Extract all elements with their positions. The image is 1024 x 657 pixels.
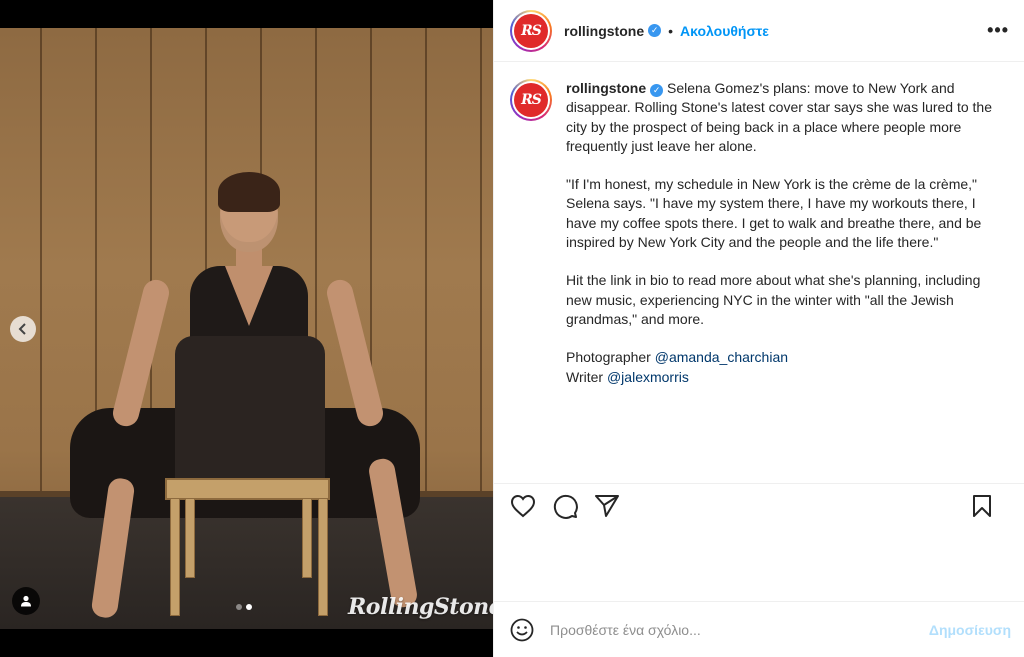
- bookmark-icon: [973, 495, 991, 517]
- chair-leg: [318, 498, 328, 616]
- wood-plank: [40, 28, 42, 497]
- brand-logo: RS: [514, 83, 548, 117]
- credit-photographer: Photographer @amanda_charchian: [566, 348, 996, 367]
- share-button[interactable]: [594, 493, 620, 519]
- post-header: RS rollingstone ✓ • Ακολουθήστε •••: [494, 0, 1024, 62]
- credits: Photographer @amanda_charchian Writer @j…: [566, 348, 996, 387]
- verified-badge-icon: ✓: [648, 24, 662, 37]
- mention-link[interactable]: @amanda_charchian: [655, 349, 788, 365]
- arm-right: [324, 277, 386, 429]
- chair-back: [175, 336, 325, 486]
- caption-area: RS rollingstone ✓ Selena Gomez's plans: m…: [494, 63, 1024, 483]
- caption-username[interactable]: rollingstone: [566, 80, 646, 96]
- user-tag-icon: [21, 595, 31, 607]
- paper-plane-icon: [595, 494, 619, 517]
- credit-writer: Writer @jalexmorris: [566, 368, 996, 387]
- post-media: RollingStone: [0, 0, 493, 657]
- heart-icon: [510, 494, 536, 517]
- credit-label: Photographer: [566, 349, 651, 366]
- emoji-button[interactable]: [510, 618, 534, 642]
- hair: [218, 172, 280, 212]
- more-options-icon[interactable]: •••: [987, 20, 1009, 41]
- caption-paragraph: rollingstone ✓ Selena Gomez's plans: move…: [566, 79, 996, 156]
- model-figure: [70, 148, 430, 620]
- tagged-users-button[interactable]: [12, 587, 40, 615]
- post-photo[interactable]: [0, 28, 493, 629]
- follow-button[interactable]: Ακολουθήστε: [680, 23, 769, 39]
- verified-badge-icon: ✓: [650, 84, 664, 98]
- credit-label: Writer: [566, 368, 604, 385]
- magazine-watermark: RollingStone: [348, 594, 493, 620]
- chair-leg: [302, 498, 312, 578]
- comment-icon: [553, 494, 578, 519]
- mention-link[interactable]: @jalexmorris: [607, 369, 689, 385]
- like-button[interactable]: [510, 493, 536, 519]
- caption-avatar[interactable]: RS: [510, 79, 552, 121]
- carousel-dot: [236, 604, 242, 610]
- caption-text: rollingstone ✓ Selena Gomez's plans: move…: [566, 79, 996, 483]
- carousel-indicator: [236, 604, 252, 610]
- chair-seat: [165, 478, 330, 500]
- carousel-dot-active: [246, 604, 252, 610]
- post-sidebar: RS rollingstone ✓ • Ακολουθήστε ••• RS r…: [493, 0, 1024, 657]
- brand-logo: RS: [514, 13, 548, 48]
- comment-button[interactable]: [552, 493, 578, 519]
- chair-leg: [170, 498, 180, 616]
- comment-input[interactable]: [550, 621, 910, 638]
- header-username[interactable]: rollingstone: [564, 23, 644, 39]
- carousel-prev-button[interactable]: [10, 316, 36, 342]
- comment-bar: Δημοσίευση: [494, 601, 1024, 657]
- wood-plank: [480, 28, 482, 497]
- separator-dot: •: [668, 22, 674, 39]
- avatar-ring-inner: RS: [512, 81, 550, 119]
- caption-paragraph: "If I'm honest, my schedule in New York …: [566, 176, 982, 251]
- smiley-icon: [510, 618, 534, 641]
- arm-left: [110, 277, 172, 429]
- action-bar: [494, 483, 1024, 527]
- avatar-ring-inner: RS: [512, 11, 550, 50]
- chair-leg: [185, 498, 195, 578]
- post-comment-button[interactable]: Δημοσίευση: [929, 622, 1011, 638]
- chevron-left-icon: [18, 323, 26, 335]
- save-button[interactable]: [969, 493, 995, 519]
- caption-paragraph: Hit the link in bio to read more about w…: [566, 272, 981, 327]
- avatar[interactable]: RS: [510, 9, 552, 52]
